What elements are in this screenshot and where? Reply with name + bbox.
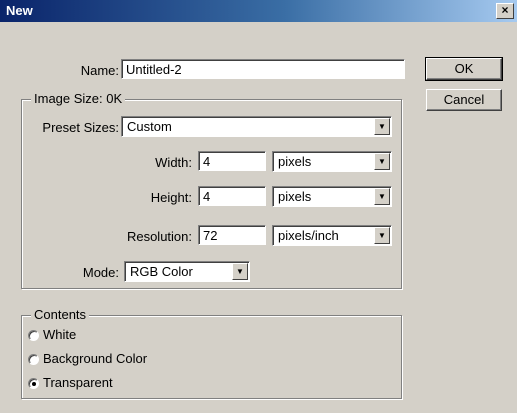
width-label: Width: [155, 155, 192, 170]
radio-background-color[interactable] [28, 354, 39, 365]
radio-background-color-label[interactable]: Background Color [43, 351, 147, 366]
ok-button[interactable]: OK [425, 57, 503, 81]
height-input[interactable]: 4 [198, 186, 266, 206]
chevron-down-icon[interactable]: ▼ [232, 263, 248, 280]
height-unit-value: pixels [278, 189, 312, 204]
title-bar[interactable]: New × [0, 0, 517, 22]
chevron-down-icon[interactable]: ▼ [374, 153, 390, 170]
width-unit-value: pixels [278, 154, 312, 169]
resolution-unit-value: pixels/inch [278, 228, 339, 243]
height-unit-select[interactable]: pixels ▼ [272, 186, 392, 207]
resolution-input[interactable]: 72 [198, 225, 266, 245]
mode-label: Mode: [82, 265, 119, 280]
chevron-down-icon[interactable]: ▼ [374, 118, 390, 135]
resolution-unit-select[interactable]: pixels/inch ▼ [272, 225, 392, 246]
width-unit-select[interactable]: pixels ▼ [272, 151, 392, 172]
name-input[interactable]: Untitled-2 [121, 59, 405, 79]
preset-sizes-label: Preset Sizes: [42, 120, 119, 135]
resolution-label: Resolution: [126, 229, 192, 244]
chevron-down-icon[interactable]: ▼ [374, 227, 390, 244]
radio-transparent[interactable] [28, 378, 39, 389]
close-button[interactable]: × [496, 3, 514, 19]
radio-white[interactable] [28, 330, 39, 341]
height-label: Height: [150, 190, 192, 205]
mode-value: RGB Color [130, 264, 193, 279]
mode-select[interactable]: RGB Color ▼ [124, 261, 250, 282]
image-size-legend: Image Size: 0K [31, 91, 126, 106]
preset-sizes-select[interactable]: Custom ▼ [121, 116, 392, 137]
contents-legend: Contents [31, 307, 90, 322]
cancel-button[interactable]: Cancel [426, 89, 502, 111]
radio-transparent-label[interactable]: Transparent [43, 375, 113, 390]
preset-sizes-value: Custom [127, 119, 172, 134]
width-input[interactable]: 4 [198, 151, 266, 171]
close-icon: × [501, 3, 509, 17]
radio-white-label[interactable]: White [43, 327, 76, 342]
name-label: Name: [80, 63, 119, 78]
chevron-down-icon[interactable]: ▼ [374, 188, 390, 205]
new-dialog: New × Name: Untitled-2 OK Cancel Image S… [0, 0, 517, 413]
dialog-title: New [6, 3, 33, 18]
